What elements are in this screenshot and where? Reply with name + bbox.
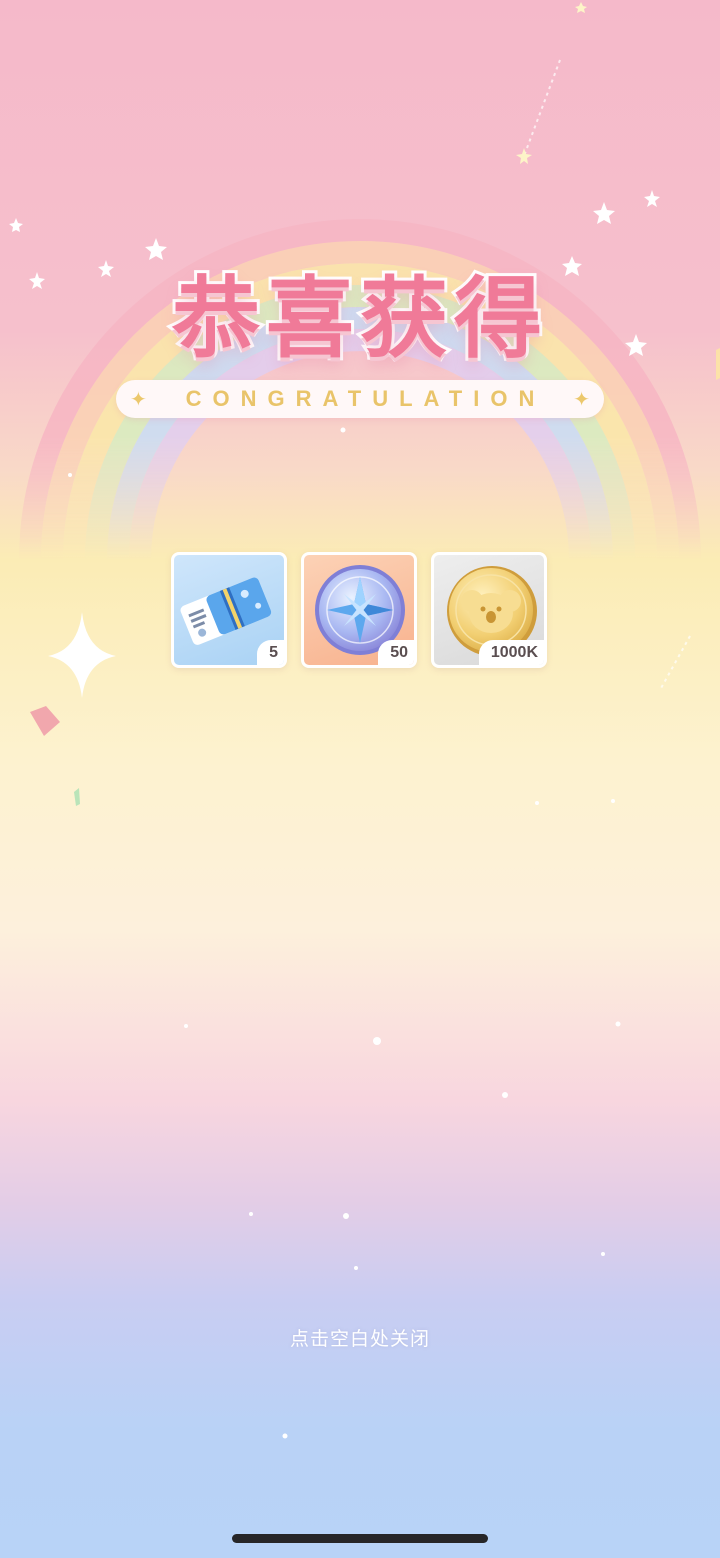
sparkle-icon: ✦ [130, 387, 147, 411]
reward-item-compass-coin[interactable]: 50 [301, 552, 417, 668]
reward-item-ticket[interactable]: 5 [171, 552, 287, 668]
confetti-piece [74, 788, 80, 806]
reward-quantity: 50 [378, 640, 414, 665]
reward-quantity: 5 [257, 640, 284, 665]
sparkle-icon: ✦ [573, 387, 590, 411]
confetti-piece [30, 706, 60, 736]
reward-item-gold-coin[interactable]: 1000K [431, 552, 547, 668]
reward-list: 5 50 1000K [171, 552, 547, 668]
subtitle-banner: ✦ CONGRATULATION ✦ [116, 380, 604, 418]
sparkle-icon [48, 612, 116, 698]
reward-quantity: 1000K [478, 640, 544, 665]
close-hint[interactable]: 点击空白处关闭 [0, 1324, 720, 1351]
home-indicator[interactable] [232, 1534, 488, 1543]
subtitle-text: CONGRATULATION [185, 386, 546, 411]
reward-popup-overlay[interactable]: 恭喜获得 ✦ CONGRATULATION ✦ 5 50 1000K 点击空白处… [0, 0, 720, 1558]
page-title: 恭喜获得 [169, 264, 548, 373]
